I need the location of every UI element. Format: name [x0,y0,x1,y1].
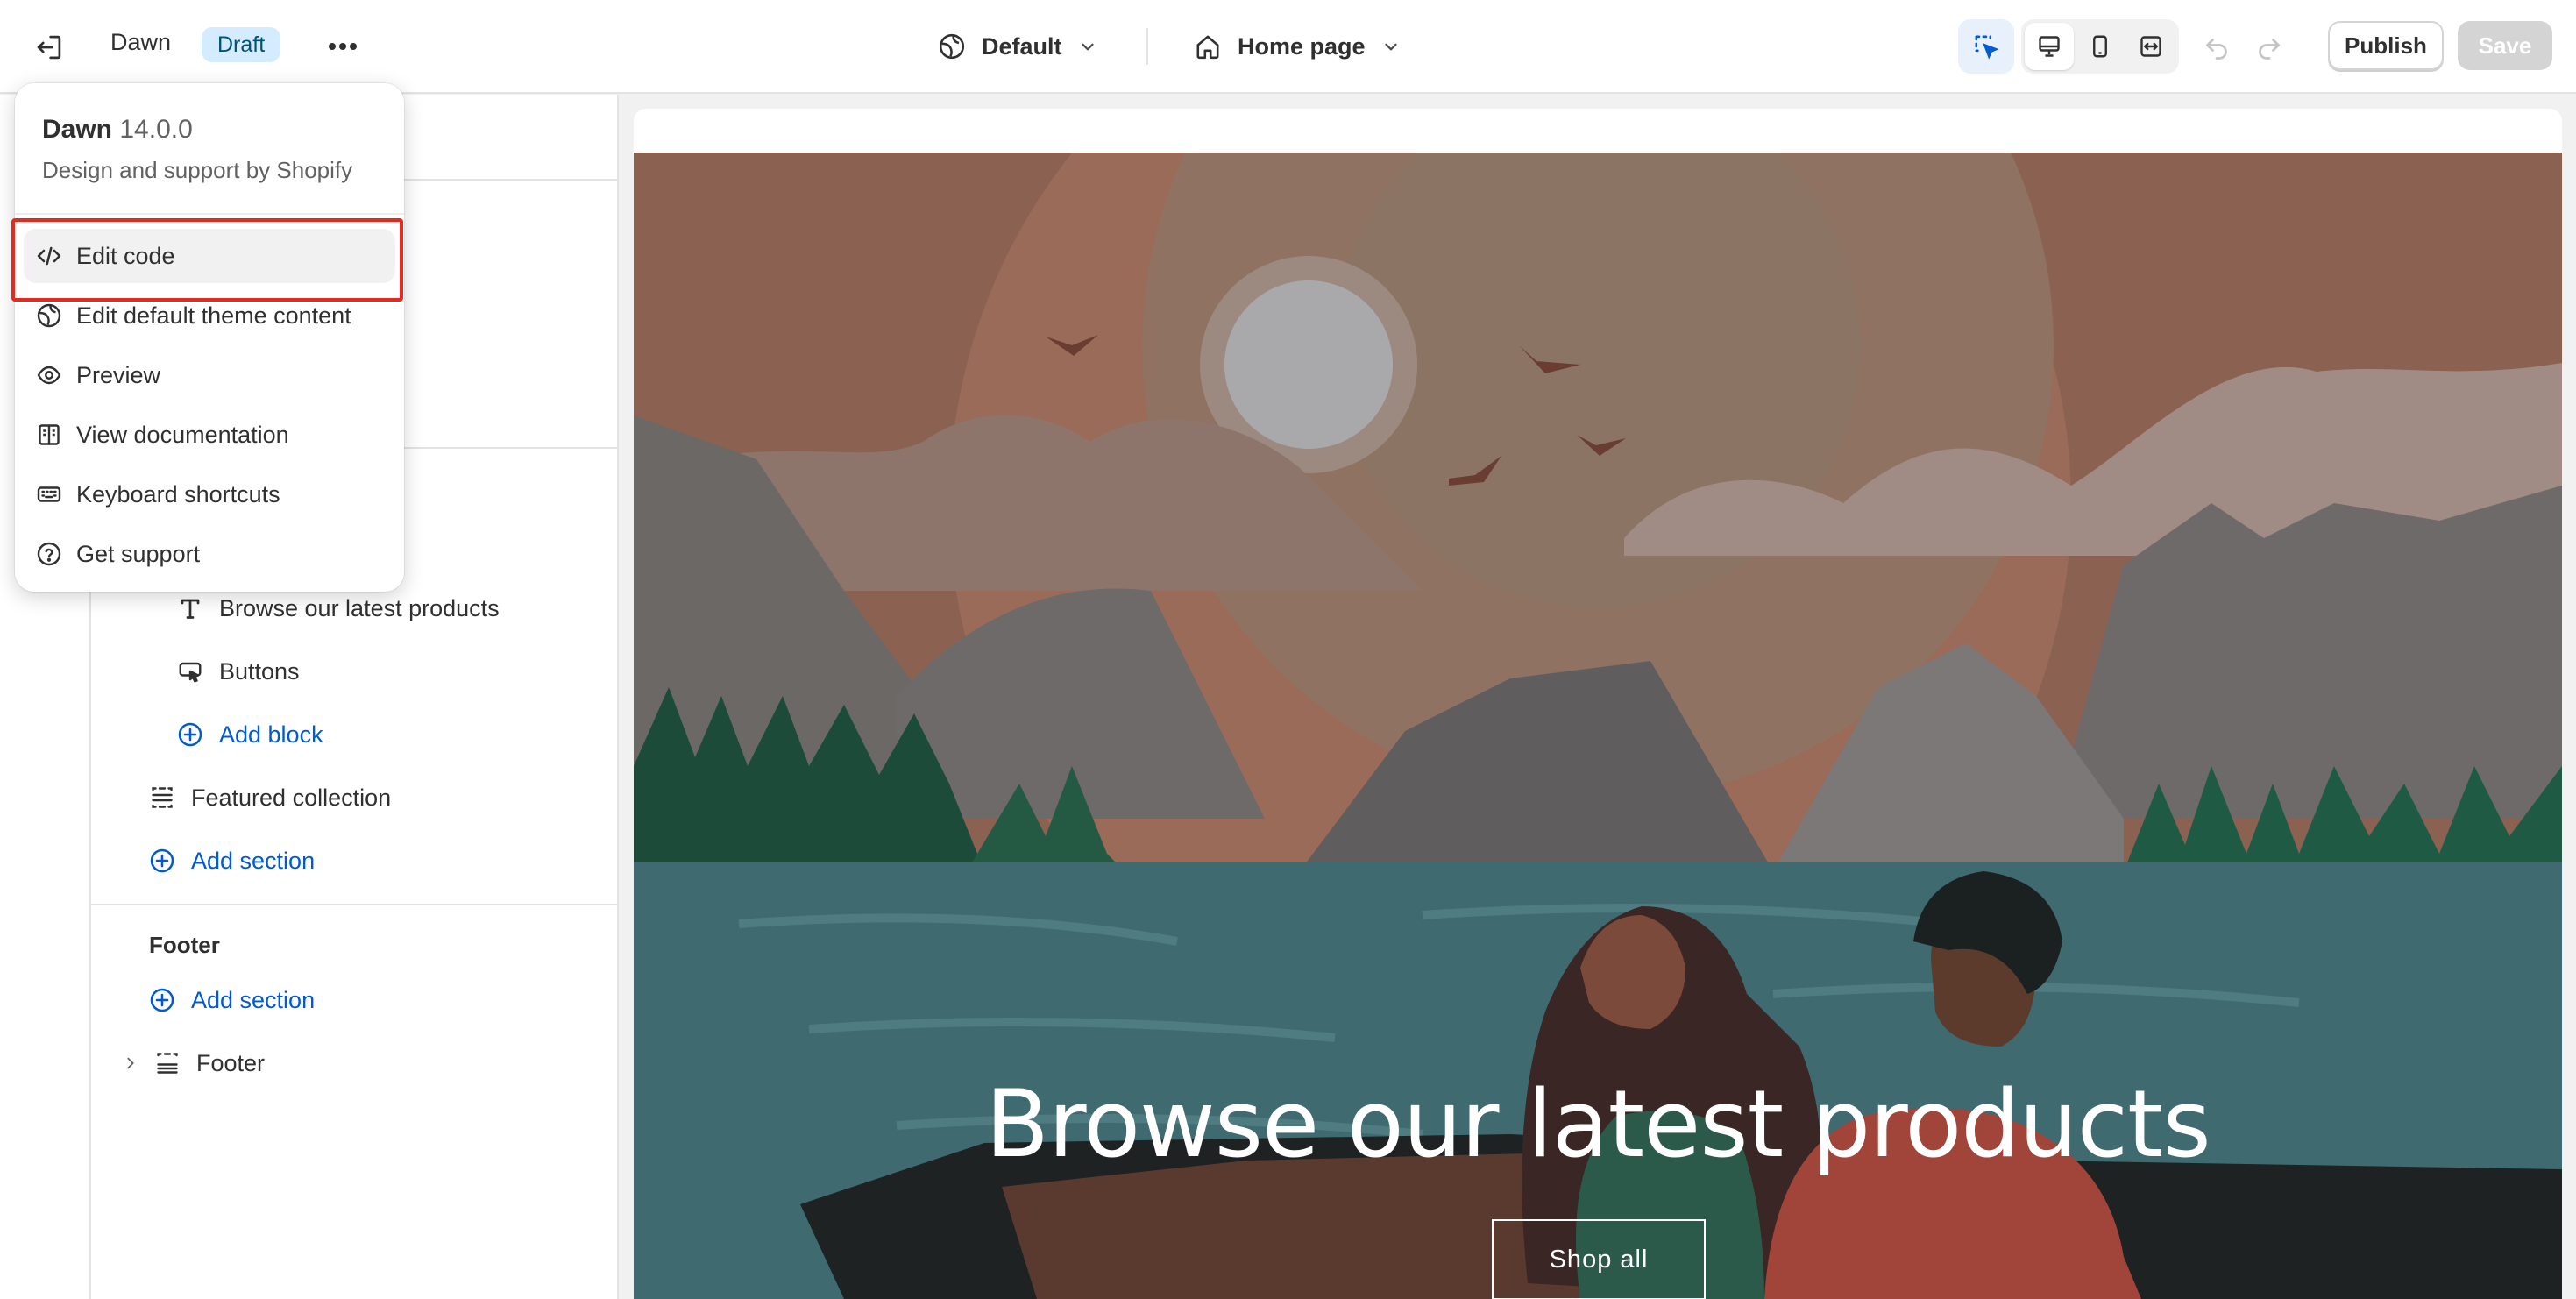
theme-name: Dawn [110,29,172,55]
menu-item-label: View documentation [76,421,289,448]
ellipsis-icon [329,43,357,50]
menu-item-preview[interactable]: Preview [24,348,395,402]
device-toggle-group [2021,19,2179,74]
section-item-label: Featured collection [191,784,392,811]
undo-button[interactable] [2195,25,2239,68]
menu-item-label: Edit code [76,242,175,269]
expand-horizontal-icon [2140,36,2161,57]
theme-selector[interactable]: Default [929,23,1106,70]
chevron-right-icon[interactable] [123,1055,138,1071]
footer-add-section-button[interactable]: Add section [149,978,315,1022]
hero-banner[interactable]: Browse our latest products Shop all [634,153,2562,1299]
toolbar-divider [1146,28,1148,65]
section-item-label: Footer [196,1049,266,1076]
menu-title: Dawn 14.0.0 [42,115,352,145]
hero-heading: Browse our latest products [985,1070,2211,1178]
mobile-icon [2093,35,2107,58]
menu-subtitle: Design and support by Shopify [42,157,353,183]
home-icon [1196,35,1219,60]
menu-item-label: Keyboard shortcuts [76,480,280,508]
menu-item-label: Preview [76,361,161,388]
menu-item-label: Edit default theme content [76,302,351,329]
undo-icon [2206,39,2227,60]
menu-theme-version: 14.0.0 [119,115,193,144]
page-selector[interactable]: Home page [1185,23,1409,70]
top-bar: Dawn Draft Default Home page Publish Sav… [0,0,2576,94]
menu-header: Dawn 14.0.0 Design and support by Shopif… [42,115,352,184]
eye-icon [37,366,61,385]
add-section-label: Add section [191,986,316,1013]
block-item-label: Buttons [219,657,300,685]
page-selector-label: Home page [1238,32,1366,60]
storefront-preview[interactable]: Browse our latest products Shop all [634,109,2562,1299]
section-item-footer[interactable]: Footer [123,1041,265,1085]
desktop-view-button[interactable] [2025,23,2074,70]
footer-group-title: Footer [149,932,220,958]
block-item-heading[interactable]: Browse our latest products [177,586,500,630]
redo-icon [2259,39,2280,60]
globe-icon [37,303,61,328]
inspector-toggle-button[interactable] [1958,19,2014,74]
plus-circle-icon [150,848,174,873]
fullscreen-view-button[interactable] [2126,23,2175,70]
block-item-buttons[interactable]: Buttons [177,650,300,693]
text-icon [181,599,200,619]
publish-button[interactable]: Publish [2328,21,2444,70]
chevron-down-icon [1081,43,1094,51]
add-section-label: Add section [191,847,316,874]
menu-item-edit-code[interactable]: Edit code [24,229,395,283]
menu-divider [15,213,404,215]
save-button[interactable]: Save [2458,21,2552,70]
mobile-view-button[interactable] [2076,23,2125,70]
more-actions-button[interactable] [319,23,366,70]
theme-selector-label: Default [982,32,1062,60]
menu-item-edit-theme-content[interactable]: Edit default theme content [24,288,395,343]
footer-layout-icon [157,1053,178,1074]
desktop-icon [2039,36,2060,57]
globe-icon [939,33,965,60]
add-block-button[interactable]: Add block [177,713,323,756]
code-icon [37,246,61,266]
button-icon [179,662,202,683]
menu-theme-name: Dawn [42,115,113,144]
menu-item-get-support[interactable]: Get support [24,527,395,581]
panel-divider [91,904,619,905]
exit-icon [37,35,61,60]
menu-item-keyboard-shortcuts[interactable]: Keyboard shortcuts [24,467,395,522]
block-item-label: Browse our latest products [219,594,500,621]
section-item-featured-collection[interactable]: Featured collection [149,776,391,820]
theme-actions-menu: Dawn 14.0.0 Design and support by Shopif… [15,83,404,592]
book-icon [39,424,60,445]
shop-all-button[interactable]: Shop all [1492,1219,1706,1299]
collection-icon [152,787,173,808]
chevron-down-icon [1384,43,1397,51]
exit-button[interactable] [26,25,72,70]
redo-button[interactable] [2247,25,2291,68]
plus-circle-icon [178,722,202,747]
question-circle-icon [37,542,61,566]
add-section-button[interactable]: Add section [149,839,315,883]
add-block-label: Add block [219,720,323,748]
plus-circle-icon [150,988,174,1012]
keyboard-icon [37,486,61,502]
menu-item-view-documentation[interactable]: View documentation [24,408,395,462]
select-cursor-icon [1975,35,1999,60]
menu-item-label: Get support [76,540,201,567]
status-badge: Draft [202,27,281,62]
